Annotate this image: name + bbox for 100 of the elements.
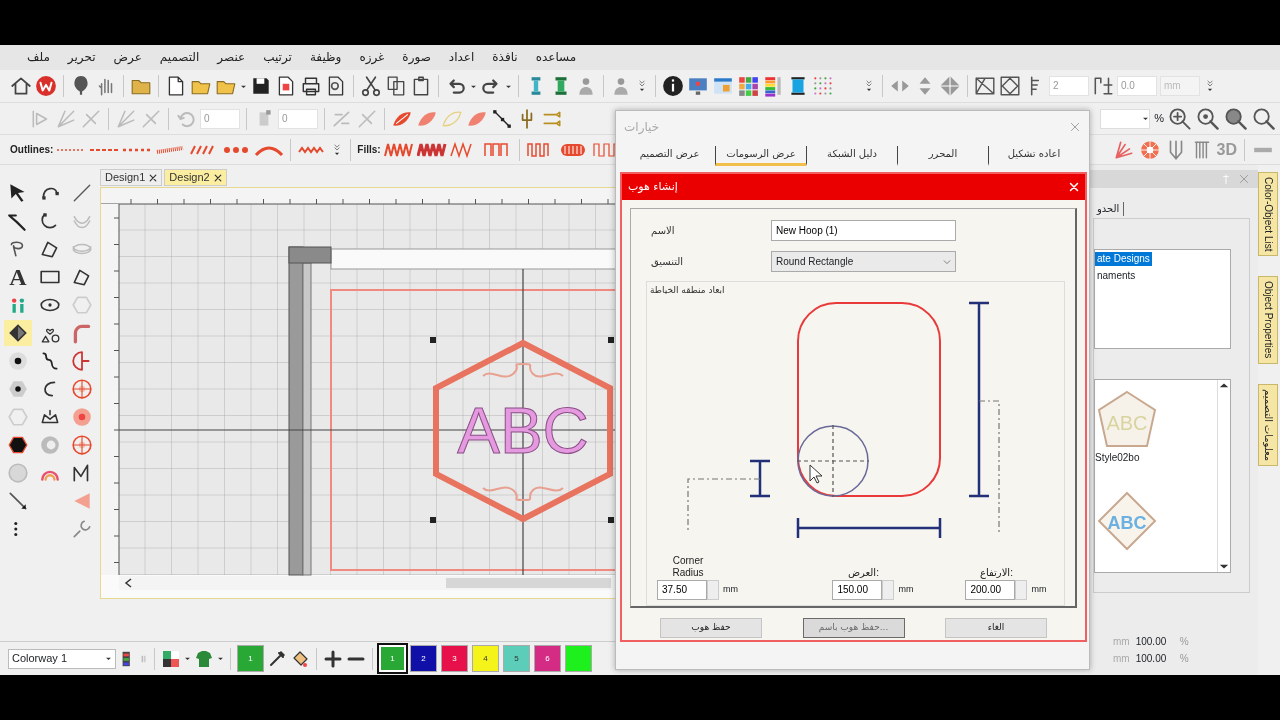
caret-icon[interactable]	[217, 655, 224, 662]
menu-item[interactable]: وظيفة	[300, 45, 351, 70]
diamond-icon[interactable]	[7, 322, 29, 344]
category-item[interactable]: ate Designs	[1095, 252, 1152, 266]
menu-item[interactable]: صورة	[393, 45, 440, 70]
menu-item[interactable]: غرزه	[350, 45, 394, 70]
caret-icon[interactable]	[184, 655, 191, 662]
selection-handle[interactable]	[608, 517, 614, 523]
side-tab[interactable]: معلومات التصميم	[1258, 383, 1278, 466]
radius-dimension-line	[748, 459, 772, 497]
scale-field[interactable]: 100.00	[1135, 651, 1174, 666]
dialog-title: إنشاء هوب	[628, 178, 678, 195]
color-grid-icon[interactable]	[737, 75, 759, 97]
square-diamond-icon[interactable]	[999, 75, 1021, 97]
dimension-field[interactable]: 150.00	[832, 579, 883, 600]
dialog-title: خيارات	[624, 119, 660, 136]
colorway-dropdown[interactable]: Colorway 1	[8, 648, 116, 669]
info-icon[interactable]	[662, 75, 684, 97]
side-tab[interactable]: Object Properties	[1258, 276, 1278, 364]
line-icon[interactable]	[71, 182, 93, 204]
name-field[interactable]: New Hoop (1)	[771, 220, 956, 241]
dimension-field[interactable]: 37.50	[657, 579, 707, 600]
unit-label: mm	[1031, 582, 1047, 596]
menu-item[interactable]: عنصر	[208, 45, 255, 70]
shape-dropdown[interactable]: Round Rectangle	[771, 251, 956, 272]
group-title: ابعاد منطقه الخياطة	[650, 285, 725, 295]
caret-icon[interactable]	[1142, 115, 1150, 122]
color-swatch[interactable]: 5	[503, 645, 530, 672]
menu-item[interactable]: تحرير	[58, 45, 105, 70]
zoom-window-icon[interactable]	[1224, 106, 1248, 131]
menu-item[interactable]: عرض	[104, 45, 151, 70]
scrollbar-thumb[interactable]	[446, 578, 611, 588]
triangles-icon[interactable]	[974, 75, 996, 97]
save-icon[interactable]	[250, 75, 272, 97]
unit-label: mm	[1113, 652, 1130, 666]
logo-icon[interactable]	[35, 75, 57, 97]
needle-icon[interactable]	[7, 490, 29, 512]
color-swatch[interactable]: 6	[534, 645, 561, 672]
spoke-wheel-icon[interactable]	[71, 434, 93, 456]
flower-icon[interactable]	[71, 406, 93, 428]
fan-icon[interactable]	[1112, 138, 1135, 161]
wheel-icon[interactable]	[1138, 138, 1161, 161]
print-icon[interactable]	[300, 75, 322, 97]
trim-icon[interactable]	[1092, 75, 1114, 97]
cut-icon[interactable]	[360, 75, 382, 97]
home-icon[interactable]	[10, 75, 32, 97]
options-tab[interactable]: دليل الشبكة	[806, 146, 897, 166]
caret-icon[interactable]	[105, 655, 112, 662]
mouse-cursor-icon	[809, 464, 823, 483]
menu-item[interactable]: ترتيب	[254, 45, 301, 70]
copy-icon[interactable]	[385, 75, 407, 97]
scroll-left-icon[interactable]	[124, 578, 132, 588]
selection-handle[interactable]	[430, 517, 436, 523]
selection-handle[interactable]	[608, 337, 614, 343]
color-swatch[interactable]: 3	[441, 645, 468, 672]
segment-circle-icon[interactable]	[71, 378, 93, 400]
bend-icon[interactable]	[71, 322, 93, 344]
menu-item[interactable]: اعداد	[439, 45, 484, 70]
panel-tab[interactable]: الحدو	[1093, 202, 1125, 216]
zoom-unit: %	[1154, 111, 1164, 127]
selection-handle[interactable]	[430, 337, 436, 343]
color-swatch[interactable]: 2	[410, 645, 437, 672]
options-tab[interactable]: عرض التصميم	[624, 146, 715, 166]
unit-label: mm	[723, 582, 738, 596]
options-tab[interactable]: المحرر	[897, 146, 988, 166]
dialog-button[interactable]: الغاء	[945, 618, 1047, 638]
zoom-icon[interactable]	[1252, 106, 1276, 131]
category-item[interactable]: naments	[1095, 269, 1138, 281]
color-swatch[interactable]: 4	[472, 645, 499, 672]
shape-label: التنسيق	[651, 256, 684, 267]
dialog-button[interactable]: حفظ هوب	[660, 618, 762, 638]
monitor-icon[interactable]	[687, 75, 709, 97]
target-icon[interactable]	[7, 350, 29, 372]
side-tab[interactable]: Color-Object List	[1258, 172, 1278, 257]
dot-grid-icon[interactable]	[812, 75, 834, 97]
close-icon[interactable]	[149, 173, 158, 182]
menu-item[interactable]: نافذة	[483, 45, 527, 70]
tool-icon[interactable]	[71, 518, 93, 540]
design-tab[interactable]: Design1	[100, 169, 163, 186]
menu-item[interactable]: ملف	[18, 45, 59, 70]
zoom-in-icon[interactable]	[1196, 106, 1220, 131]
zoom-fit-icon[interactable]	[1168, 106, 1192, 131]
color-swatch[interactable]	[565, 645, 592, 672]
thread-rack-icon[interactable]	[762, 75, 784, 97]
dimension-label: الارتفاع:	[979, 566, 1013, 579]
close-icon[interactable]	[213, 173, 222, 182]
dimension-field[interactable]: 200.00	[965, 579, 1016, 600]
options-tab[interactable]: اعاده تشكيل	[988, 146, 1079, 166]
scale-field[interactable]: 100.00	[1135, 634, 1174, 649]
hexagon-nut-icon[interactable]	[7, 378, 29, 400]
options-tab[interactable]: عرض الرسومات	[715, 146, 806, 166]
text-tool[interactable]: A	[9, 264, 27, 290]
percent-label: %	[1179, 635, 1189, 649]
design-tab[interactable]: Design2	[164, 169, 227, 186]
menu-item[interactable]: مساعده	[526, 45, 586, 70]
menu-item[interactable]: التصميم	[150, 45, 209, 70]
hexagon-icon[interactable]	[7, 434, 29, 456]
name-label: الاسم	[651, 225, 675, 236]
nodes-icon[interactable]	[491, 107, 513, 130]
window-icon[interactable]	[712, 75, 734, 97]
